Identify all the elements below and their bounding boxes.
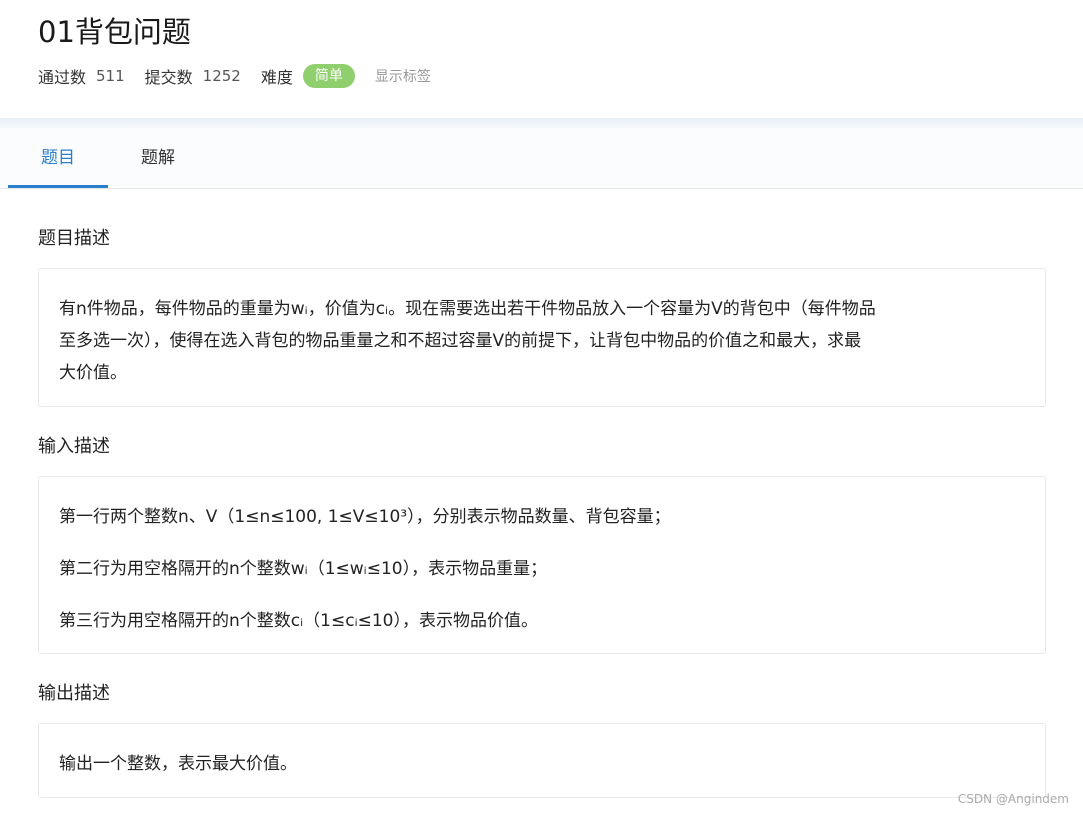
description-line: 大价值。 [59, 363, 127, 383]
input-heading: 输入描述 [38, 436, 110, 457]
submit-count: 1252 [202, 67, 241, 85]
show-tags-link[interactable]: 显示标签 [375, 66, 431, 86]
input-line: 第二行为用空格隔开的n个整数wᵢ（1≤wᵢ≤10），表示物品重量； [59, 559, 548, 579]
tab-problem[interactable]: 题目 [8, 128, 108, 188]
header-divider [0, 118, 1083, 128]
input-line: 第一行两个整数n、V（1≤n≤100, 1≤V≤10³），分别表示物品数量、背包… [59, 507, 671, 527]
output-line: 输出一个整数，表示最大价值。 [59, 754, 297, 774]
difficulty-label: 难度 [260, 68, 293, 87]
description-line: 至多选一次），使得在选入背包的物品重量之和不超过容量V的前提下，让背包中物品的价… [59, 331, 862, 351]
problem-header: 01背包问题 通过数 511 提交数 1252 难度 简单 显示标签 [0, 0, 1083, 118]
description-heading: 题目描述 [38, 228, 110, 249]
input-box: 第一行两个整数n、V（1≤n≤100, 1≤V≤10³），分别表示物品数量、背包… [38, 476, 1046, 654]
tab-bar: 题目 题解 [0, 128, 1083, 189]
active-tab-indicator [8, 185, 108, 188]
difficulty-badge: 简单 [302, 64, 355, 88]
watermark: CSDN @Angindem [957, 792, 1069, 806]
submit-count-label: 提交数 [144, 68, 193, 87]
description-box: 有n件物品，每件物品的重量为wᵢ，价值为cᵢ。现在需要选出若干件物品放入一个容量… [38, 268, 1046, 407]
output-heading: 输出描述 [38, 683, 110, 704]
pass-count-label: 通过数 [38, 68, 87, 87]
pass-count: 511 [96, 67, 125, 85]
output-box: 输出一个整数，表示最大价值。 [38, 723, 1046, 798]
description-line: 有n件物品，每件物品的重量为wᵢ，价值为cᵢ。现在需要选出若干件物品放入一个容量… [59, 299, 876, 319]
tab-solutions[interactable]: 题解 [108, 128, 208, 188]
problem-title: 01背包问题 [38, 15, 191, 49]
input-line: 第三行为用空格隔开的n个整数cᵢ（1≤cᵢ≤10），表示物品价值。 [59, 611, 538, 631]
problem-stats: 通过数 511 提交数 1252 难度 简单 显示标签 [38, 62, 431, 90]
